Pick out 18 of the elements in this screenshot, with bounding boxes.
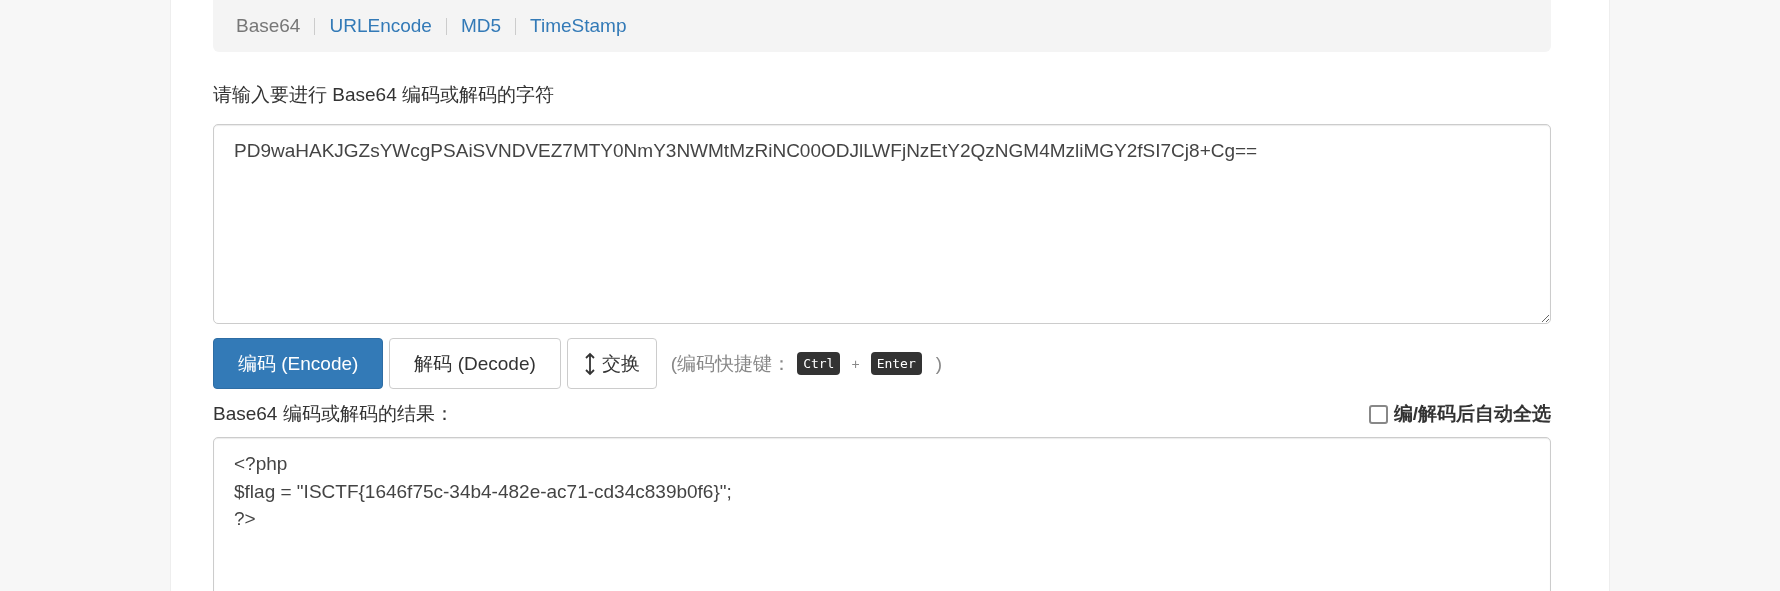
swap-button[interactable]: 交换 — [566, 338, 657, 389]
nav-link[interactable]: Base64 — [236, 15, 301, 37]
up-down-arrow-icon — [583, 351, 596, 376]
nav-link[interactable]: URLEncode — [329, 15, 432, 37]
input-label: 请输入要进行 Base64 编码或解码的字符 — [213, 83, 555, 107]
encode-button[interactable]: 编码 (Encode) — [213, 338, 384, 389]
nav-link[interactable]: TimeStamp — [530, 15, 627, 37]
nav-link[interactable]: MD5 — [460, 15, 502, 37]
key-label: Enter — [870, 352, 922, 375]
output-field[interactable]: <?php $flag = "ISCTF{1646f75c-34b4-482e-ac71-cd34c839b0f6}"; ?> — [213, 437, 1551, 591]
decode-button[interactable]: 解码 (Decode) — [389, 338, 561, 389]
shortcut-hint-end: ) — [935, 352, 943, 375]
auto-select-checkbox[interactable]: 编/解码后自动全选 — [1368, 401, 1551, 427]
shortcut-hint: (编码快捷键： — [670, 351, 792, 376]
result-label: Base64 编码或解码的结果： — [213, 402, 454, 426]
input-field[interactable]: PD9waHAKJGZsYWcgPSAiSVNDVEZ7MTY0NmY3NWMtMzRiNC00ODJlLWFjNzEtY2QzNGM4MzliMGY2fSI7Cj8+Cg== — [213, 124, 1551, 324]
plus-sign: + — [851, 355, 860, 372]
key-label: Ctrl — [797, 352, 841, 375]
